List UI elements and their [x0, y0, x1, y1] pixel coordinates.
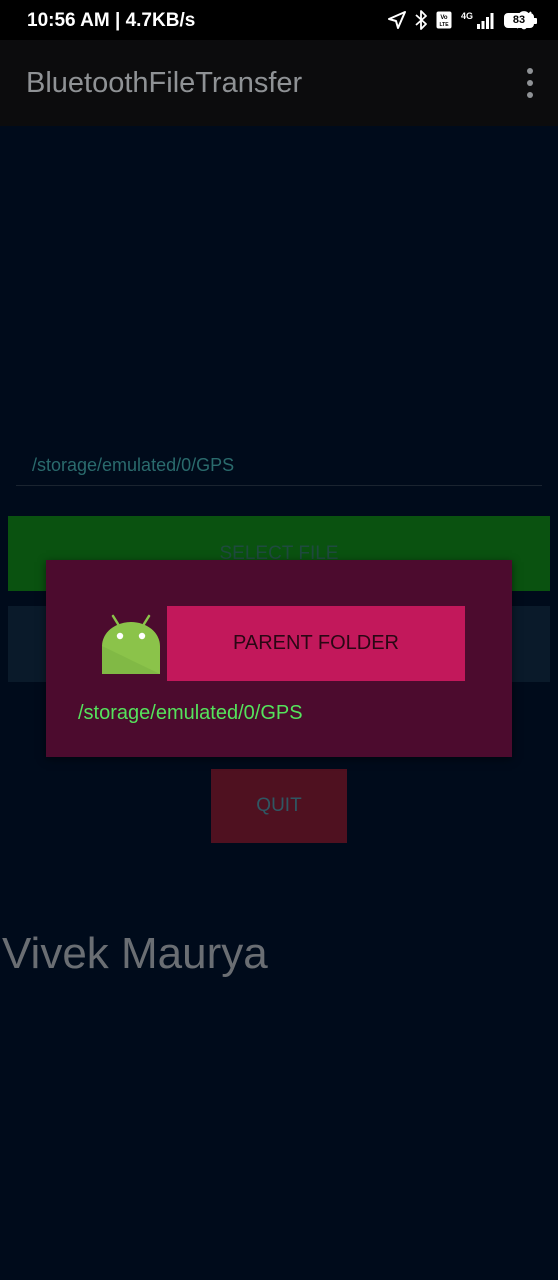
battery-icon: 83	[504, 12, 537, 28]
svg-text:Vo: Vo	[440, 15, 448, 21]
app-title: BluetoothFileTransfer	[26, 67, 303, 99]
system-icons: Vo LTE 4G 83	[388, 9, 537, 31]
overflow-menu-icon[interactable]	[524, 68, 536, 98]
file-chooser-dialog: PARENT FOLDER /storage/emulated/0/GPS	[46, 560, 512, 757]
menu-dot	[527, 68, 533, 74]
field-underline	[16, 485, 542, 486]
network-label: 4G	[461, 11, 473, 21]
status-bar: 10:56 AM | 4.7KB/s Vo LTE 4G 83	[0, 0, 558, 40]
location-arrow-icon	[388, 11, 406, 29]
bluetooth-icon	[415, 10, 427, 30]
signal-4g-icon: 4G	[461, 11, 494, 29]
app-bar: BluetoothFileTransfer	[0, 40, 558, 126]
current-folder-path[interactable]: /storage/emulated/0/GPS	[78, 702, 303, 725]
svg-text:LTE: LTE	[439, 22, 449, 28]
menu-dot	[527, 92, 533, 98]
parent-folder-button[interactable]: PARENT FOLDER	[167, 606, 465, 681]
file-path-field[interactable]: /storage/emulated/0/GPS	[32, 455, 234, 476]
volte-icon: Vo LTE	[436, 11, 452, 29]
android-icon	[102, 614, 160, 674]
status-time: 10:56 AM | 4.7KB/s	[27, 10, 196, 31]
author-name: Vivek Maurya	[2, 929, 268, 978]
menu-dot	[527, 80, 533, 86]
quit-button[interactable]: QUIT	[211, 769, 347, 843]
